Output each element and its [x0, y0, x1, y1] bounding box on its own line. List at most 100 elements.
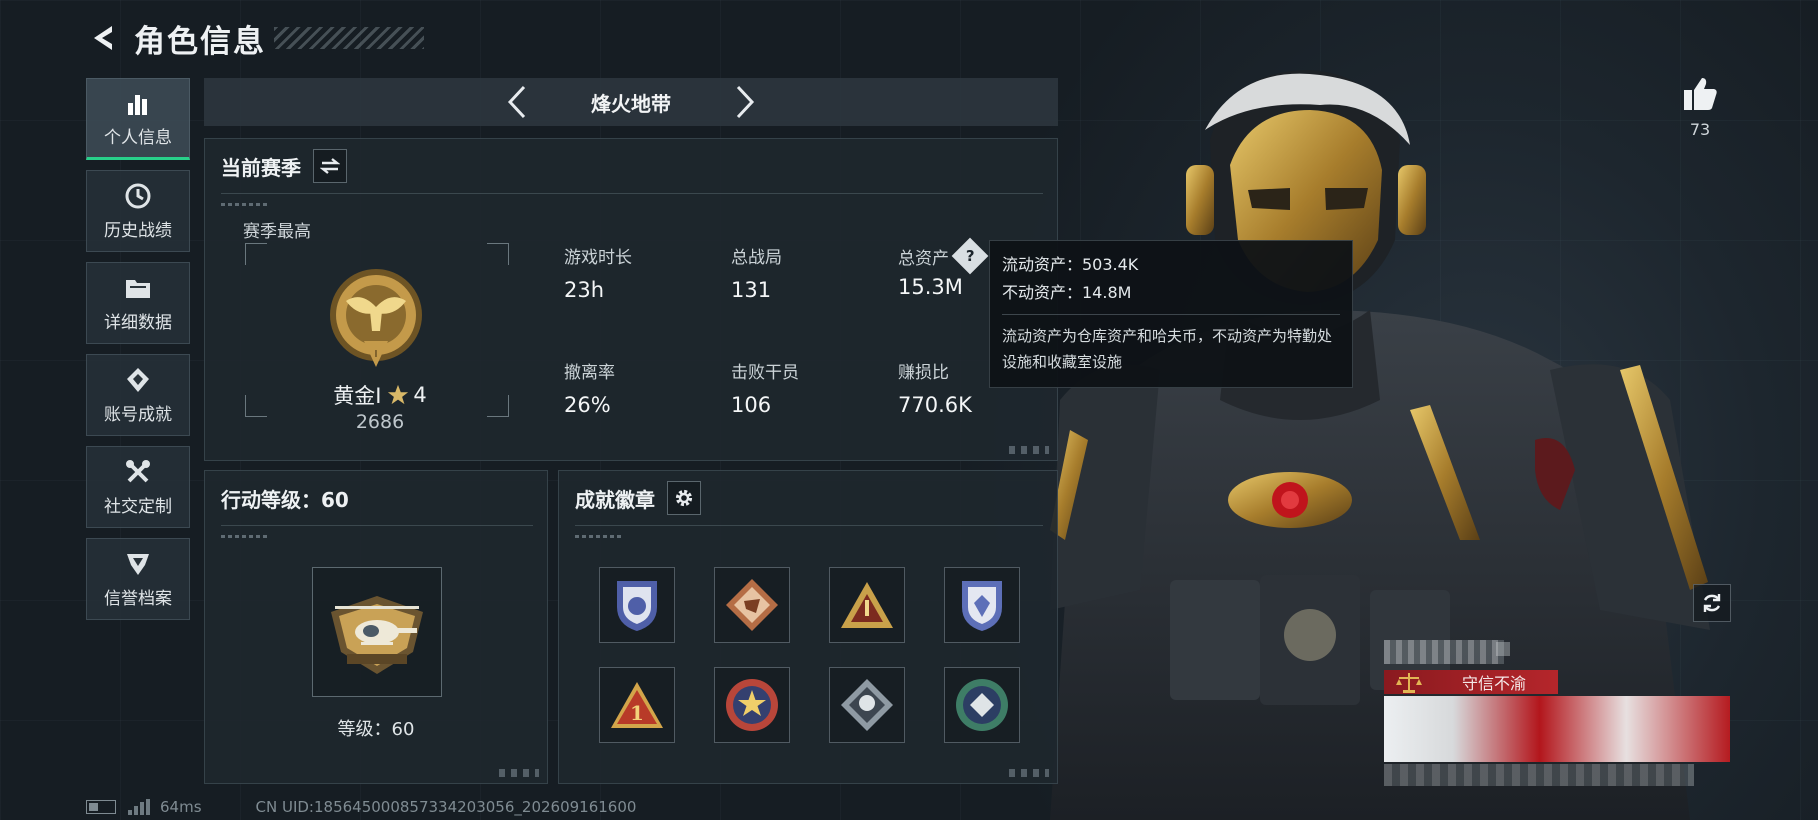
badge-slot[interactable]: 1 — [599, 667, 675, 743]
rank-line: 黄金I 4 — [305, 380, 455, 410]
rank-stars: 4 — [413, 383, 427, 407]
stat-value: 770.6K — [898, 393, 972, 417]
player-name-redacted-extra — [1496, 642, 1510, 656]
badge-slot[interactable] — [829, 667, 905, 743]
rank-gold-emblem-icon: I — [330, 269, 422, 367]
stat-label: 游戏时长 — [564, 248, 632, 268]
panel-corner-decoration — [1009, 446, 1049, 454]
frame-corner — [245, 243, 267, 265]
title-decoration — [274, 27, 424, 49]
action-level-emblem[interactable] — [312, 567, 442, 697]
stat-label: 赚损比 — [898, 363, 949, 383]
tooltip-liquid-assets: 流动资产：503.4K — [1002, 255, 1139, 274]
achievement-badges-panel: 成就徽章 1 — [558, 470, 1058, 784]
ping-text: 64ms — [160, 798, 202, 816]
divider-accent — [575, 535, 623, 538]
nav-label: 信誉档案 — [104, 588, 172, 609]
bar-chart-icon — [123, 89, 153, 117]
tooltip-divider — [1002, 314, 1340, 315]
svg-text:1: 1 — [630, 701, 644, 725]
assets-help-button[interactable]: ? — [951, 237, 989, 275]
badge-round-star-icon — [726, 679, 778, 731]
badge-shield-blue-2-icon — [962, 581, 1002, 631]
badge-settings-button[interactable] — [667, 481, 701, 515]
badge-slot[interactable] — [714, 567, 790, 643]
rank-score: 2686 — [355, 411, 405, 433]
svg-text:I: I — [375, 349, 378, 360]
mode-prev-button[interactable] — [487, 78, 547, 126]
divider — [221, 525, 533, 526]
nav-item-history[interactable]: 历史战绩 — [86, 170, 190, 252]
nav-label: 社交定制 — [104, 496, 172, 517]
battery-icon — [86, 800, 116, 814]
refresh-button[interactable] — [1693, 584, 1731, 622]
badge-slot[interactable] — [944, 667, 1020, 743]
stat-extraction-rate: 撤离率 26% — [564, 358, 615, 417]
stat-value: 131 — [731, 278, 772, 302]
badge-triangle-gold-icon — [841, 582, 893, 628]
panel-corner-decoration — [499, 769, 539, 777]
back-button[interactable] — [86, 21, 120, 55]
stat-value: 106 — [731, 393, 772, 417]
refresh-icon — [1703, 594, 1721, 612]
tooltip-fixed-assets: 不动资产：14.8M — [1002, 283, 1132, 302]
mode-title: 烽火地带 — [591, 91, 671, 116]
stat-play-time: 游戏时长 23h — [564, 243, 632, 302]
achievement-icon — [123, 366, 153, 394]
chevron-right-icon — [736, 85, 755, 119]
nav-label: 个人信息 — [104, 127, 172, 148]
signal-icon — [128, 799, 150, 815]
thumbs-up-icon — [1684, 78, 1717, 110]
panel-header: 行动等级：60 — [221, 481, 349, 515]
frame-corner — [487, 243, 509, 265]
player-card-redacted — [1384, 764, 1694, 786]
panel-title: 行动等级：60 — [221, 487, 349, 512]
badge-slot[interactable] — [714, 667, 790, 743]
badge-slot[interactable] — [599, 567, 675, 643]
divider — [575, 525, 1043, 526]
chevron-left-icon — [507, 85, 526, 119]
nav-item-achievements[interactable]: 账号成就 — [86, 354, 190, 436]
stat-value: 15.3M — [898, 275, 963, 299]
stat-label: 总资产 — [898, 248, 949, 269]
nav-label: 账号成就 — [104, 404, 172, 425]
badge-diamond-copper-icon — [726, 579, 778, 631]
stat-value: 26% — [564, 393, 611, 417]
switch-season-button[interactable] — [313, 149, 347, 183]
rank-name: 黄金I — [333, 384, 382, 408]
stat-label: 击败干员 — [731, 363, 799, 383]
divider — [221, 193, 1043, 194]
honor-title-bar: 守信不渝 — [1384, 670, 1558, 694]
badge-triangle-one-icon: 1 — [611, 682, 663, 728]
season-best-label: 赛季最高 — [243, 222, 311, 242]
nav-item-reputation[interactable]: 信誉档案 — [86, 538, 190, 620]
question-icon: ? — [965, 246, 975, 265]
badge-shield-blue-icon — [617, 581, 657, 631]
mode-next-button[interactable] — [715, 78, 775, 126]
stat-operators-defeated: 击败干员 106 — [731, 358, 799, 417]
badge-diamond-silver-icon — [841, 679, 893, 731]
panel-corner-decoration — [1009, 769, 1049, 777]
page-title: 角色信息 — [134, 23, 266, 60]
badge-slot[interactable] — [829, 567, 905, 643]
player-card-banner[interactable] — [1384, 696, 1730, 762]
nav-label: 详细数据 — [104, 312, 172, 333]
nav-item-personal-info[interactable]: 个人信息 — [86, 78, 190, 160]
nav-item-detailed-data[interactable]: 详细数据 — [86, 262, 190, 344]
stat-total-assets: 总资产 ? 15.3M — [898, 237, 989, 299]
honor-title: 守信不渝 — [1462, 674, 1527, 693]
action-level-text: 等级：60 — [337, 719, 415, 740]
like-count: 73 — [1689, 120, 1711, 139]
nav-item-social[interactable]: 社交定制 — [86, 446, 190, 528]
mode-selector: 烽火地带 — [204, 78, 1058, 126]
back-arrow-icon — [94, 26, 112, 50]
badge-round-green-icon — [956, 679, 1008, 731]
header: 角色信息 — [86, 14, 424, 62]
divider-accent — [221, 535, 269, 538]
panel-title: 当前赛季 — [221, 155, 301, 180]
assets-tooltip: 流动资产：503.4K 不动资产：14.8M 流动资产为仓库资产和哈夫币，不动资… — [989, 240, 1353, 388]
star-icon — [388, 384, 409, 405]
helicopter-badge-icon — [331, 596, 423, 674]
like-button[interactable] — [1680, 74, 1720, 114]
badge-slot[interactable] — [944, 567, 1020, 643]
